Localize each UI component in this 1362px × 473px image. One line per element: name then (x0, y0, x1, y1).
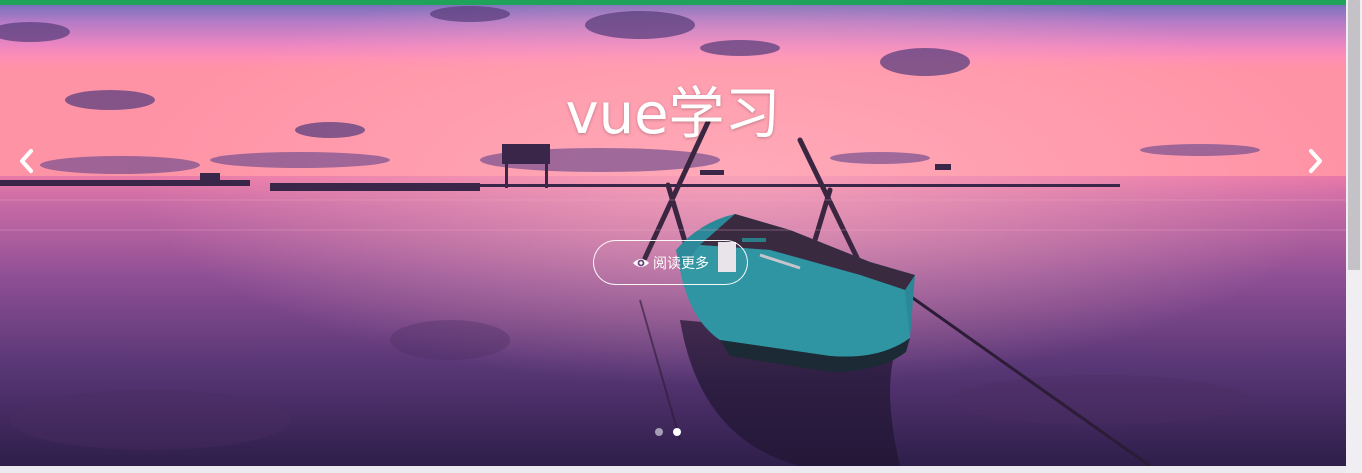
page-scrollbar[interactable] (1346, 0, 1362, 473)
read-more-button[interactable]: 阅读更多 (593, 240, 748, 285)
slide-caption-title: vue学习 (565, 82, 781, 147)
carousel-prev-button[interactable] (11, 145, 41, 177)
top-accent-bar (0, 0, 1346, 5)
carousel-indicator-1[interactable] (655, 428, 663, 436)
page: vue学习 阅读更多 (0, 0, 1362, 473)
scrollbar-thumb[interactable] (1348, 0, 1360, 270)
carousel-indicator-2[interactable] (673, 428, 681, 436)
carousel-next-button[interactable] (1301, 145, 1331, 177)
chevron-right-icon (1309, 149, 1322, 173)
carousel-indicators (655, 428, 681, 436)
eye-icon (632, 256, 650, 270)
image-carousel[interactable]: vue学习 阅读更多 (0, 0, 1346, 466)
read-more-label: 阅读更多 (653, 255, 709, 272)
chevron-left-icon (20, 149, 33, 173)
slide-image (0, 0, 1346, 466)
